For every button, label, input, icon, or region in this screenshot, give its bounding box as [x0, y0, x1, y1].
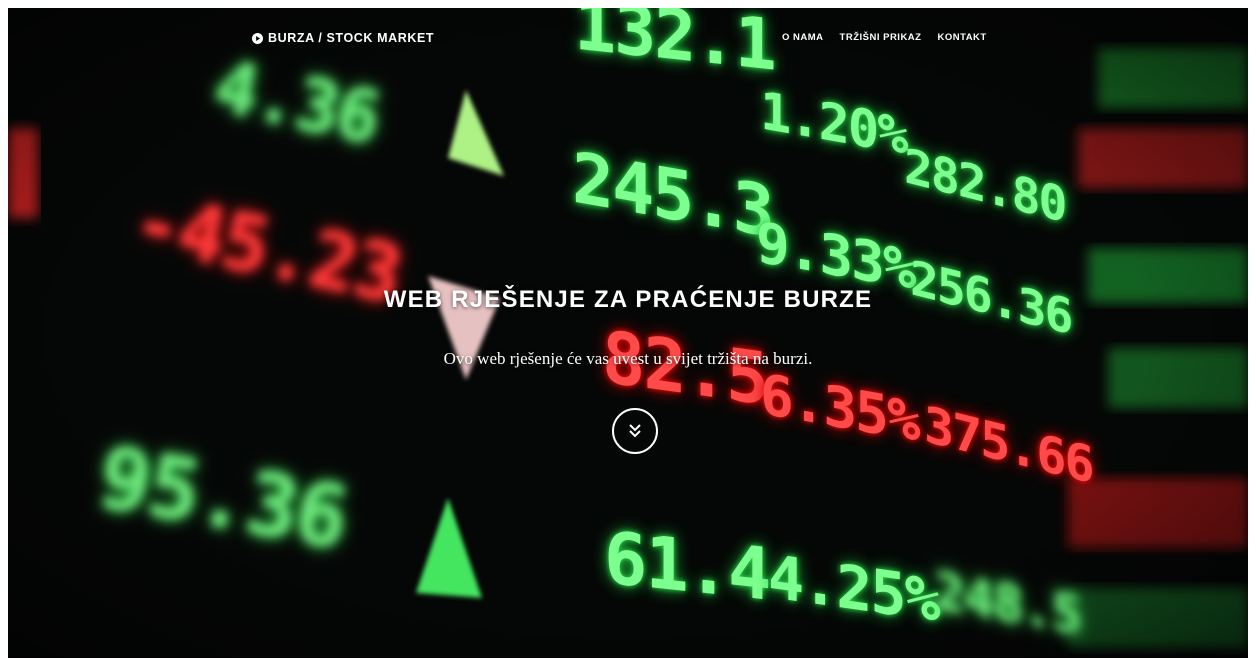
brand-link[interactable]: BURZA / STOCK MARKET [252, 31, 434, 45]
nav-item-trzisni-prikaz[interactable]: TRŽIŠNI PRIKAZ [840, 32, 922, 43]
nav-item-kontakt[interactable]: KONTAKT [937, 32, 986, 43]
double-chevron-down-icon [629, 424, 641, 438]
ticker-value: 61.4 [604, 515, 770, 617]
hero-title: WEB RJEŠENJE ZA PRAĆENJE BURZE [383, 286, 873, 313]
brand-label: BURZA / STOCK MARKET [268, 31, 435, 45]
play-circle-icon [252, 32, 263, 44]
nav-item-o-nama[interactable]: O NAMA [782, 32, 824, 43]
navbar: BURZA / STOCK MARKET O NAMA TRŽIŠNI PRIK… [8, 31, 1248, 51]
hero-section: 132.1 4.36 1.20% 245.3 282.80 -45.23 9.3… [8, 8, 1248, 658]
scroll-down-button[interactable] [612, 408, 658, 454]
hero-subtitle: Ovo web rješenje će vas uvest u svijet t… [443, 349, 813, 368]
nav-menu: O NAMA TRŽIŠNI PRIKAZ KONTAKT [782, 32, 987, 43]
